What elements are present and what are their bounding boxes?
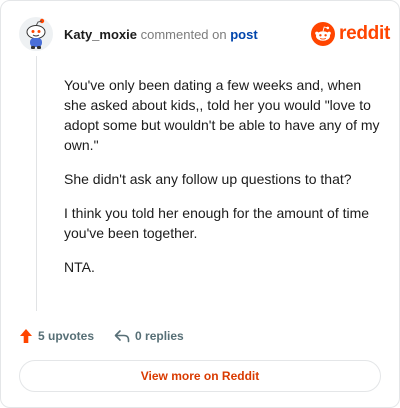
reply-button[interactable]: 0 replies <box>114 329 184 343</box>
reddit-snoo-icon <box>311 22 335 46</box>
upvote-count: 5 upvotes <box>38 329 95 343</box>
comment-actions: 5 upvotes 0 replies <box>19 327 184 345</box>
comment-body: You've only been dating a few weeks and,… <box>64 75 382 291</box>
view-more-button[interactable]: View more on Reddit <box>19 360 381 392</box>
reply-arrow-icon <box>114 330 130 343</box>
avatar[interactable] <box>18 16 54 52</box>
comment-card: Katy_moxie commented on post reddit You'… <box>0 0 400 408</box>
comment-paragraph: You've only been dating a few weeks and,… <box>64 77 380 153</box>
comment-paragraph: I think you told her enough for the amou… <box>64 205 370 241</box>
reply-count: 0 replies <box>135 329 184 343</box>
comment-paragraph: NTA. <box>64 259 95 275</box>
reddit-logo[interactable]: reddit <box>311 22 390 46</box>
upvote-arrow-icon <box>20 329 32 343</box>
username[interactable]: Katy_moxie <box>64 27 137 42</box>
thread-line <box>36 56 37 311</box>
post-link[interactable]: post <box>230 27 257 42</box>
commented-on-label: commented on <box>140 27 227 42</box>
upvote-button[interactable]: 5 upvotes <box>19 328 94 344</box>
snoo-avatar-icon <box>19 17 53 51</box>
reddit-wordmark: reddit <box>339 23 390 44</box>
comment-header: Katy_moxie commented on post <box>64 27 258 43</box>
comment-paragraph: She didn't ask any follow up questions t… <box>64 171 352 187</box>
